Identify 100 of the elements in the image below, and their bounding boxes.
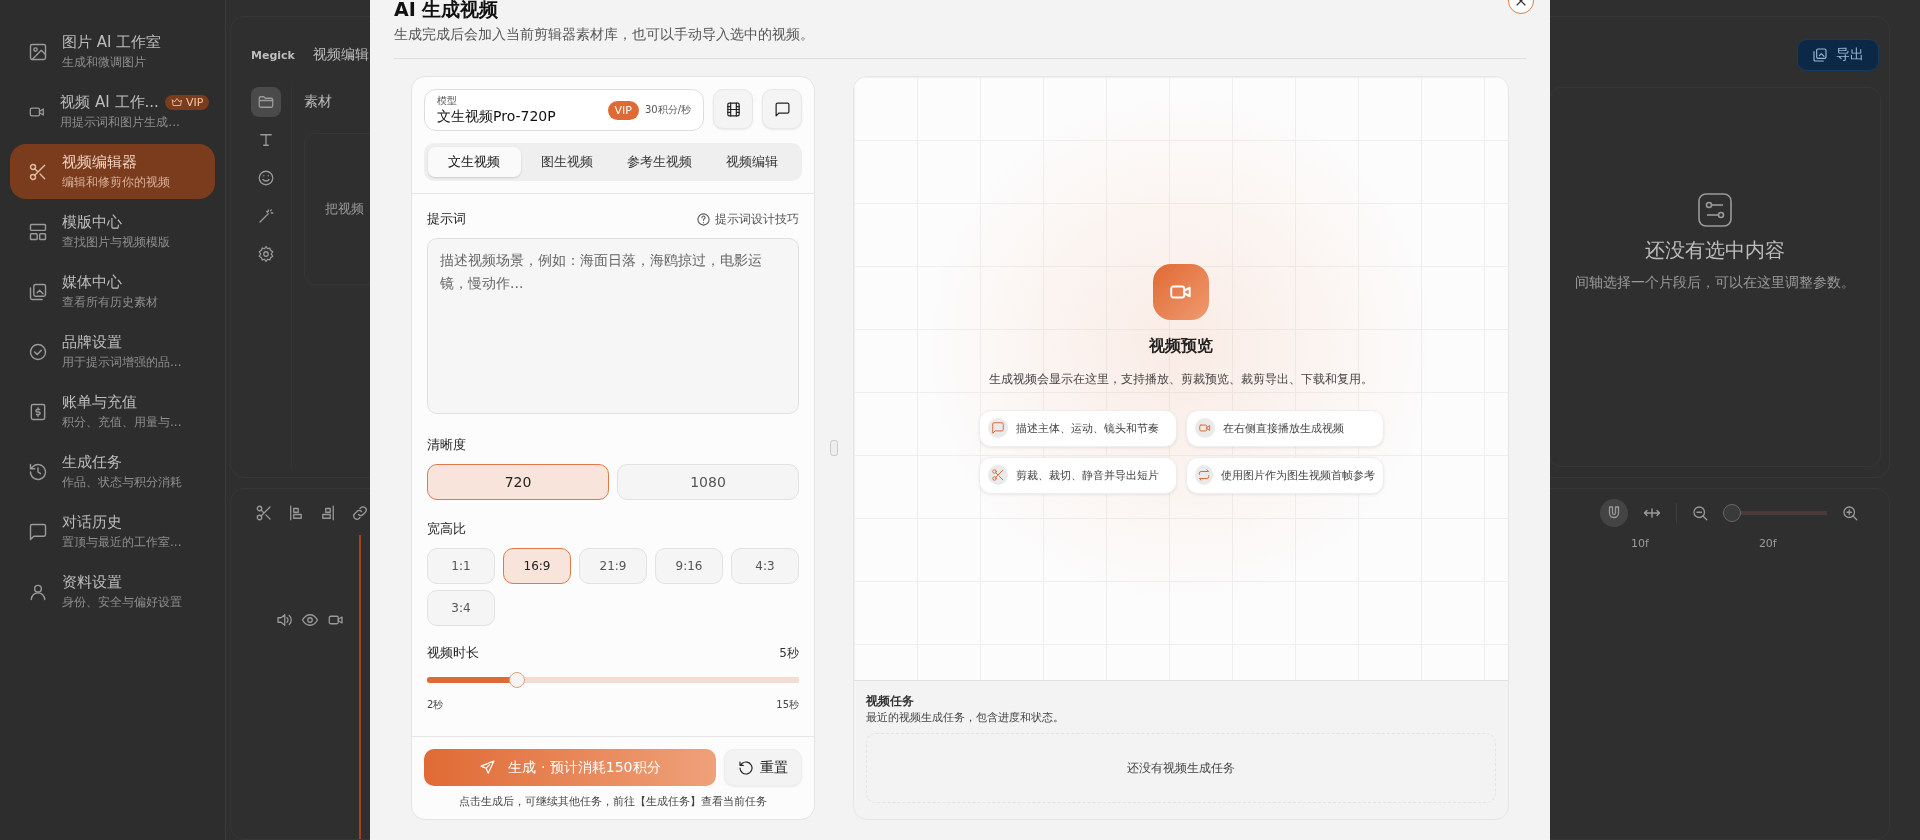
aspect-ratio-option[interactable]: 16:9 (503, 548, 571, 584)
chat-button[interactable] (762, 89, 802, 129)
help-icon (696, 211, 711, 227)
empty-state-title: 还没有选中内容 (1645, 236, 1785, 264)
repeat-icon (1196, 468, 1211, 482)
history-icon (28, 461, 48, 482)
drop-hint: 把视频 (325, 200, 364, 218)
smiley-icon (257, 169, 275, 187)
vip-badge: VIP (164, 94, 210, 110)
sliders-icon (1698, 192, 1732, 227)
crown-icon (170, 96, 183, 108)
zoom-slider-thumb[interactable] (1723, 504, 1741, 522)
film-icon (724, 100, 742, 118)
empty-tasks-text: 还没有视频生成任务 (1127, 759, 1235, 777)
scissors-icon (28, 161, 48, 182)
sidebar-item[interactable]: 账单与充值 积分、充值、用量与... (10, 384, 215, 439)
sidebar-item[interactable]: 媒体中心 查看所有历史素材 (10, 264, 215, 319)
resolution-option[interactable]: 1080 (617, 464, 799, 500)
model-select[interactable]: 模型 文生视频Pro-720P VIP 30积分/秒 (424, 89, 704, 131)
prompt-field[interactable]: 描述视频场景，例如：海面日落，海鸥掠过，电影运镜，慢动作... (427, 238, 799, 414)
aspect-ratio-label: 宽高比 (427, 520, 467, 538)
align-left-icon[interactable] (287, 504, 305, 522)
duration-value: 5秒 (779, 644, 799, 662)
vip-badge: VIP (607, 100, 639, 120)
prompt-label: 提示词 (427, 210, 466, 228)
resize-handle[interactable] (830, 440, 838, 456)
video-camera-icon (1197, 421, 1212, 435)
tip-chip: 使用图片作为图生视频首帧参考 (1185, 456, 1384, 494)
chat-bubble-icon (773, 100, 791, 118)
ruler-label: 20f (1758, 537, 1777, 552)
film-button[interactable] (713, 89, 753, 129)
text-icon (257, 131, 275, 149)
scissors-icon (990, 468, 1005, 482)
settings-icon (257, 245, 275, 263)
aspect-ratio-option[interactable]: 1:1 (427, 548, 495, 584)
eye-icon[interactable] (301, 611, 319, 629)
tasks-subtitle: 最近的视频生成任务，包含进度和状态。 (866, 710, 1065, 725)
zoom-in-icon[interactable] (1841, 504, 1859, 522)
materials-title: 素材 (304, 93, 332, 111)
chat-bubble-icon (28, 521, 48, 542)
gallery-icon (28, 281, 48, 302)
mode-tab[interactable]: 视频编辑 (705, 147, 798, 177)
dialog-subtitle: 生成完成后会加入当前剪辑器素材库，也可以手动导入选中的视频。 (394, 26, 814, 44)
layout-icon (28, 221, 48, 242)
dialog-title: AI 生成视频 (394, 0, 499, 20)
preview-title: 视频预览 (1149, 335, 1213, 357)
model-label: 模型 (437, 94, 458, 108)
ruler-label: 10f (1631, 537, 1649, 552)
mode-tab[interactable]: 参考生视频 (613, 147, 706, 177)
chat-bubble-icon (990, 421, 1005, 435)
model-value: 文生视频Pro-720P (437, 108, 557, 126)
tool-button[interactable] (251, 87, 281, 117)
reset-button[interactable]: 重置 (724, 749, 802, 786)
scissors-icon[interactable] (255, 504, 273, 522)
help-link[interactable]: 提示词设计技巧 (696, 210, 799, 228)
tasks-title: 视频任务 (866, 693, 915, 710)
sidebar-item[interactable]: 视频编辑器 编辑和修剪你的视频 (10, 144, 215, 199)
magic-wand-icon (257, 207, 275, 225)
dollar-bill-icon (28, 401, 48, 422)
resolution-option[interactable]: 720 (427, 464, 609, 500)
sidebar-item[interactable]: 生成任务 作品、状态与积分消耗 (10, 444, 215, 499)
preview-description: 生成视频会显示在这里，支持播放、剪裁预览、裁剪导出、下载和复用。 (989, 370, 1373, 388)
aspect-ratio-option[interactable]: 4:3 (731, 548, 799, 584)
speaker-icon[interactable] (275, 611, 293, 629)
export-button[interactable]: 导出 (1797, 39, 1879, 71)
duration-label: 视频时长 (427, 644, 479, 662)
sidebar-item[interactable]: 对话历史 置顶与最近的工作室... (10, 504, 215, 559)
gallery-icon (1812, 47, 1828, 63)
min-label: 2秒 (427, 698, 444, 712)
sidebar-item[interactable]: 模版中心 查找图片与视频模版 (10, 204, 215, 259)
tip-chip: 剪裁、裁切、静音并导出短片 (978, 456, 1177, 494)
editor-title: 视频编辑 (312, 46, 369, 64)
sidebar-item[interactable]: 品牌设置 用于提示词增强的品... (10, 324, 215, 379)
mode-tab[interactable]: 文生视频 (428, 147, 521, 177)
price-text: 30积分/秒 (644, 103, 691, 117)
aspect-ratio-option[interactable]: 21:9 (579, 548, 647, 584)
send-icon (479, 759, 497, 776)
align-right-icon[interactable] (319, 504, 337, 522)
folder-icon (257, 93, 275, 111)
sidebar-item[interactable]: 图片 AI 工作室 生成和微调图片 (10, 24, 215, 79)
magnet-button[interactable] (1600, 499, 1628, 527)
empty-state-hint: 间轴选择一个片段后，可以在这里调整参数。 (1575, 273, 1855, 292)
slider-thumb[interactable] (508, 672, 525, 688)
aspect-ratio-option[interactable]: 3:4 (427, 590, 495, 626)
footnote: 点击生成后，可继续其他任务，前往【生成任务】查看当前任务 (459, 794, 767, 809)
tip-chip: 描述主体、运动、镜头和节奏 (978, 409, 1177, 447)
app-logo: Megick (251, 48, 295, 62)
aspect-ratio-option[interactable]: 9:16 (655, 548, 723, 584)
check-circle-icon (28, 341, 48, 362)
tip-chip: 在右侧直接播放生成视频 (1185, 409, 1384, 447)
link-icon[interactable] (351, 504, 369, 522)
max-label: 15秒 (776, 698, 799, 712)
sidebar-item[interactable]: 视频 AI 工作... VIP 用提示词和图片生成... (10, 84, 215, 139)
resolution-label: 清晰度 (427, 436, 467, 454)
mode-tab[interactable]: 图生视频 (520, 147, 613, 177)
zoom-out-icon[interactable] (1691, 504, 1709, 522)
reset-icon (738, 759, 754, 776)
sidebar-item[interactable]: 资料设置 身份、安全与偏好设置 (10, 564, 215, 619)
image-icon (28, 41, 48, 62)
video-camera-icon (1153, 263, 1209, 320)
